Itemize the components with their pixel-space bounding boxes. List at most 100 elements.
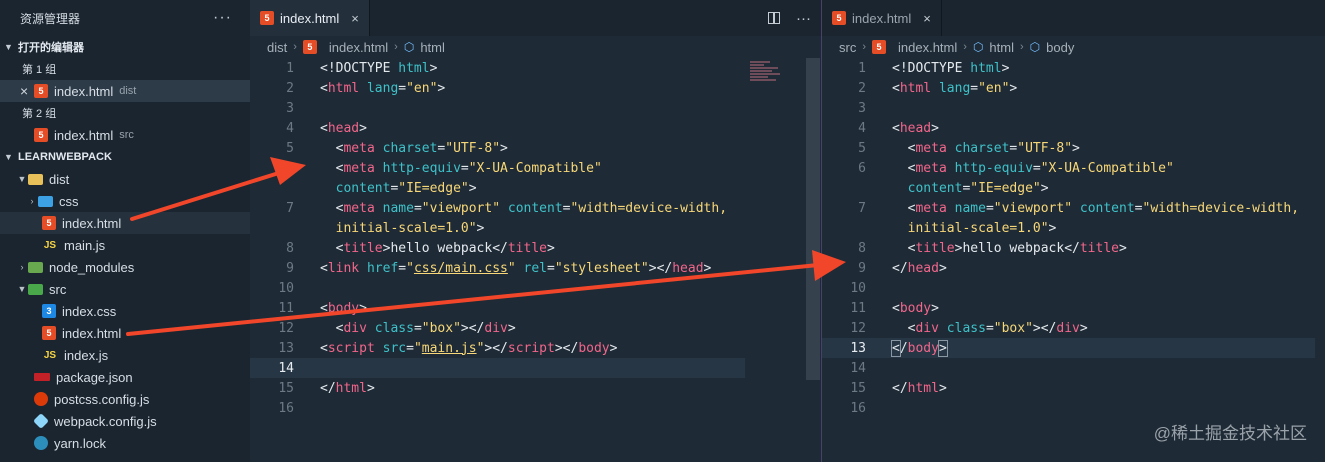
- tree-item-node-modules[interactable]: › node_modules: [0, 256, 250, 278]
- code-line: initial-scale=1.0">: [335, 220, 485, 236]
- code-line: </body>: [891, 339, 948, 357]
- project-label: LEARNWEBPACK: [18, 151, 112, 163]
- project-section[interactable]: ▼ LEARNWEBPACK: [0, 146, 250, 168]
- explorer-sidebar: 资源管理器 ··· ▼ 打开的编辑器 第 1 组 × 5 index.html …: [0, 0, 251, 462]
- more-actions-icon[interactable]: ···: [796, 10, 811, 27]
- more-actions-icon[interactable]: ···: [213, 9, 232, 27]
- html5-icon: 5: [34, 84, 48, 98]
- tree-item-webpack-config[interactable]: webpack.config.js: [0, 410, 250, 432]
- breadcrumb-item[interactable]: src: [839, 40, 856, 55]
- html5-icon: 5: [42, 216, 56, 230]
- src-folder-icon: [28, 283, 43, 295]
- open-editors-section[interactable]: ▼ 打开的编辑器: [0, 36, 250, 58]
- chevron-right-icon: ›: [1019, 41, 1024, 53]
- code-line: <!DOCTYPE html>: [892, 60, 1010, 76]
- code-line: </head>: [892, 260, 947, 276]
- split-editor-icon[interactable]: [768, 12, 780, 24]
- code-line: <meta http-equiv="X-UA-Compatible": [335, 160, 602, 176]
- tree-item-yarn-lock[interactable]: yarn.lock: [0, 432, 250, 454]
- js-icon: JS: [43, 239, 57, 251]
- line-number: 8: [858, 240, 866, 256]
- left-editor[interactable]: 5 index.html × ··· dist › 5 index.html ›…: [250, 0, 822, 462]
- open-editor-item-src[interactable]: 5 index.html src: [0, 124, 250, 146]
- tree-item-label: node_modules: [49, 259, 135, 275]
- code-line: <!DOCTYPE html>: [320, 60, 438, 76]
- css-folder-icon: [38, 195, 53, 207]
- breadcrumb-item[interactable]: html: [420, 40, 445, 55]
- line-number: 2: [286, 80, 294, 96]
- tree-item-css[interactable]: › css: [0, 190, 250, 212]
- close-icon[interactable]: ×: [20, 83, 34, 99]
- line-number: 15: [278, 380, 294, 396]
- close-icon[interactable]: ×: [923, 11, 931, 26]
- line-number: 6: [858, 160, 866, 176]
- tree-item-postcss-config[interactable]: postcss.config.js: [0, 388, 250, 410]
- html5-icon: 5: [302, 40, 317, 54]
- code-line: </html>: [892, 380, 947, 396]
- tree-item-label: index.html: [62, 325, 122, 341]
- tree-item-index-css[interactable]: 3 index.css: [0, 300, 250, 322]
- tree-item-dist[interactable]: ▼ dist: [0, 168, 250, 190]
- html5-icon: 5: [260, 11, 274, 25]
- explorer-title: 资源管理器: [20, 11, 81, 26]
- line-number: 7: [858, 200, 866, 216]
- breadcrumb-item[interactable]: dist: [267, 40, 287, 55]
- tree-item-src[interactable]: ▼ src: [0, 278, 250, 300]
- tab-index-html-src[interactable]: 5 index.html ×: [822, 0, 942, 36]
- line-number: 3: [286, 100, 294, 116]
- tree-item-dist-index-html[interactable]: 5 index.html: [0, 212, 250, 234]
- vertical-scrollbar[interactable]: [806, 58, 820, 380]
- tree-item-main-js[interactable]: JS main.js: [0, 234, 250, 256]
- open-editors-label: 打开的编辑器: [18, 42, 84, 54]
- line-number: 2: [858, 80, 866, 96]
- line-number: 11: [850, 300, 866, 316]
- tree-item-src-index-html[interactable]: 5 index.html: [0, 322, 250, 344]
- tree-item-package-json[interactable]: package.json: [0, 366, 250, 388]
- code-line: <meta http-equiv="X-UA-Compatible": [907, 160, 1174, 176]
- breadcrumb-item[interactable]: index.html: [898, 40, 957, 55]
- code-line: <html lang="en">: [892, 80, 1018, 96]
- line-number: 1: [286, 60, 294, 76]
- right-editor[interactable]: 5 index.html × src › 5 index.html › ⬡ ht…: [822, 0, 1325, 462]
- close-icon[interactable]: ×: [351, 11, 359, 26]
- open-editor-folder: dist: [119, 85, 137, 97]
- chevron-down-icon: ▼: [17, 284, 27, 294]
- code-line: <body>: [892, 300, 939, 316]
- code-area[interactable]: 1 <!DOCTYPE html> 2 <html lang="en"> 3 4 <h…: [250, 58, 821, 418]
- open-editor-file: index.html: [54, 127, 114, 143]
- tree-item-label: index.js: [64, 347, 109, 363]
- line-number: 9: [858, 260, 866, 276]
- code-line: <html lang="en">: [320, 80, 446, 96]
- breadcrumb-item[interactable]: html: [989, 40, 1014, 55]
- chevron-down-icon: ▼: [4, 152, 13, 162]
- line-number: 12: [850, 320, 866, 336]
- tab-label: index.html: [280, 10, 340, 26]
- html5-icon: 5: [34, 128, 48, 142]
- code-line: <body>: [320, 300, 367, 316]
- chevron-right-icon: ›: [30, 196, 34, 206]
- tree-item-index-js[interactable]: JS index.js: [0, 344, 250, 366]
- breadcrumb-item[interactable]: body: [1046, 40, 1074, 55]
- yarn-icon: [34, 436, 48, 450]
- tree-item-label: index.css: [62, 303, 117, 319]
- code-line: <meta name="viewport" content="width=dev…: [335, 200, 728, 216]
- breadcrumb-item[interactable]: index.html: [329, 40, 388, 55]
- editor-actions: ···: [768, 0, 811, 36]
- tree-item-label: package.json: [56, 369, 133, 385]
- line-number: 4: [858, 120, 866, 136]
- code-area[interactable]: 1 <!DOCTYPE html> 2 <html lang="en"> 3 4 <h…: [822, 58, 1325, 418]
- code-line: initial-scale=1.0">: [907, 220, 1057, 236]
- tab-index-html-dist[interactable]: 5 index.html ×: [250, 0, 370, 36]
- minimap[interactable]: [750, 60, 790, 90]
- chevron-down-icon: ▼: [17, 174, 27, 184]
- breadcrumb: src › 5 index.html › ⬡ html › ⬡ body: [822, 36, 1325, 58]
- code-line: <title>hello webpack</title>: [335, 240, 555, 256]
- line-number: 3: [858, 100, 866, 116]
- explorer-header: 资源管理器 ···: [0, 0, 250, 36]
- postcss-icon: [34, 392, 48, 406]
- code-line: <meta charset="UTF-8">: [335, 140, 508, 156]
- folder-icon: [28, 173, 43, 185]
- line-number: 13: [850, 340, 866, 356]
- watermark: @稀土掘金技术社区: [1153, 424, 1307, 443]
- open-editor-item-dist[interactable]: × 5 index.html dist: [0, 80, 250, 102]
